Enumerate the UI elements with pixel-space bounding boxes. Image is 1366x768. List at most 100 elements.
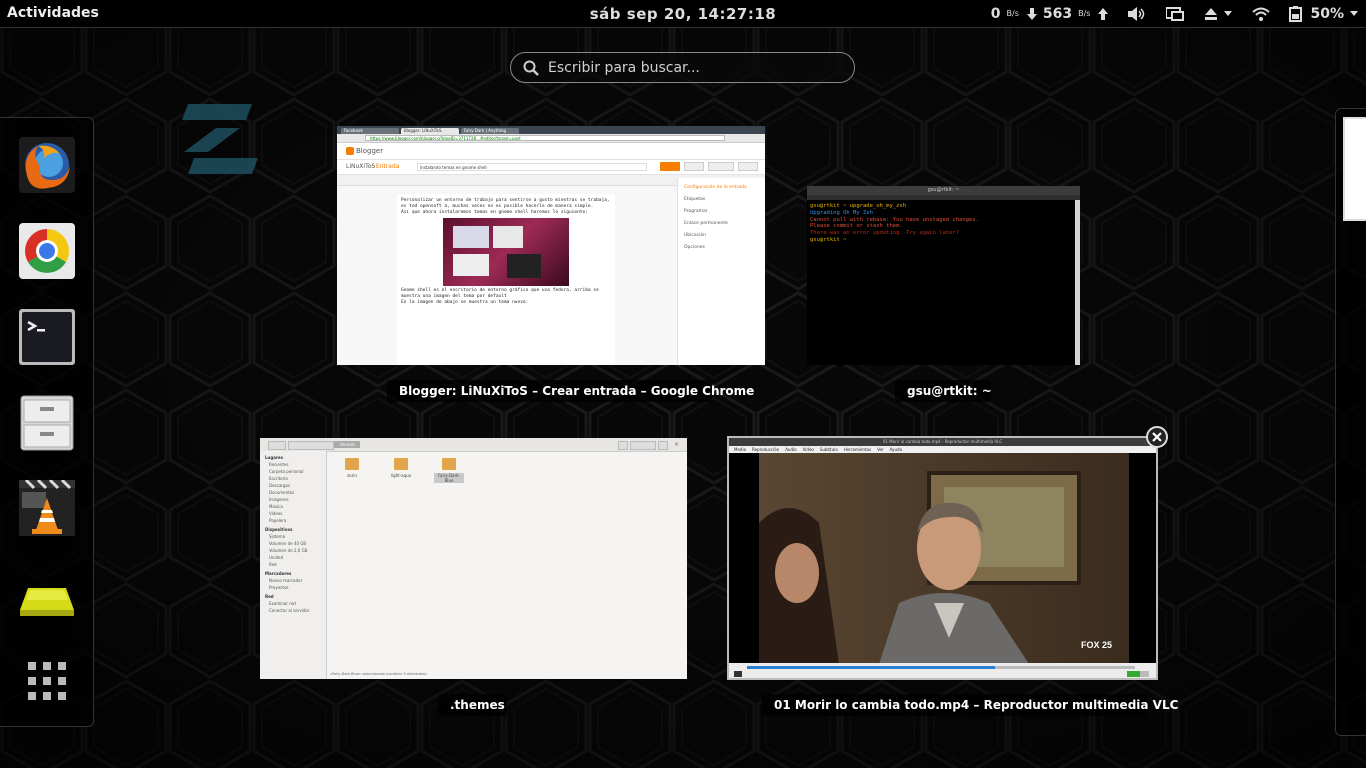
vlc-menu-item[interactable]: Ver <box>877 447 884 452</box>
sidebar-item[interactable]: Imágenes <box>269 497 326 502</box>
window-vlc[interactable]: 01 Morir lo cambia todo.mp4 - Reproducto… <box>727 436 1158 680</box>
vlc-menu-item[interactable]: Vídeo <box>803 447 814 452</box>
sidebar-item[interactable]: Volumen de 40 GB <box>269 541 326 546</box>
vlc-controls <box>729 663 1156 678</box>
browser-tabs: Facebook Blogger: LiNuXiToS Fairy Dark |… <box>337 126 765 134</box>
vlc-menu-item[interactable]: Audio <box>785 447 796 452</box>
sidebar-item[interactable]: Nuevo marcador <box>269 578 326 583</box>
sidebar-item[interactable]: Vídeos <box>269 511 326 516</box>
sidebar-item[interactable]: Recientes <box>269 462 326 467</box>
window-files[interactable]: .themes × Lugares Recientes Carpeta person… <box>260 438 687 679</box>
blog-name: LiNuXiToS <box>346 163 376 170</box>
terminal-line: gsu@rtkit ~ upgrade_oh_my_zsh <box>810 203 907 209</box>
post-setting-item[interactable]: Enlace permanente <box>684 221 760 226</box>
play-pause-button[interactable] <box>734 671 742 677</box>
terminal-title: gsu@rtkit: ~ <box>807 186 1080 195</box>
sidebar-item[interactable]: Conectar al servidor <box>269 608 326 613</box>
volume-icon[interactable] <box>1128 6 1146 21</box>
search-icon[interactable] <box>618 441 628 450</box>
sidebar-item[interactable]: Papelera <box>269 518 326 523</box>
dash-item-drive[interactable] <box>18 566 76 624</box>
post-title-field[interactable]: Instalando temas en gnome shell <box>417 163 647 171</box>
battery-percent: 50% <box>1310 5 1344 22</box>
window-caption-vlc: 01 Morir lo cambia todo.mp4 – Reproducto… <box>762 694 1178 716</box>
files-statusbar: «Fairy-Dark-Blue» seleccionado (contiene… <box>330 672 427 676</box>
terminal-line: Cannot pull with rebase: You have unstag… <box>810 216 979 223</box>
terminal-scrollbar[interactable] <box>1075 200 1080 365</box>
sidebar-item[interactable]: Proyectos <box>269 585 326 590</box>
vlc-menu-item[interactable]: Herramientas <box>844 447 871 452</box>
terminal-icon <box>19 309 75 365</box>
close-icon[interactable]: × <box>674 441 679 448</box>
wifi-icon[interactable] <box>1252 7 1271 21</box>
vlc-menu-item[interactable]: Subtítulo <box>820 447 838 452</box>
firefox-icon <box>19 137 75 193</box>
close-window-button[interactable] <box>1146 426 1168 448</box>
terminal-output[interactable]: gsu@rtkit ~ upgrade_oh_my_zsh Upgrading O… <box>807 200 1080 247</box>
close-icon <box>1152 432 1162 442</box>
save-button[interactable] <box>684 162 704 171</box>
window-chrome[interactable]: Facebook Blogger: LiNuXiToS Fairy Dark |… <box>337 126 765 365</box>
activities-button[interactable]: Actividades <box>7 5 99 21</box>
folder-label: light-aqua <box>390 473 412 478</box>
path-bar[interactable] <box>288 441 334 450</box>
sidebar-item[interactable]: Volumen de 2,0 GB <box>269 548 326 553</box>
volume-slider[interactable] <box>1127 671 1149 677</box>
preview-button[interactable] <box>708 162 734 171</box>
seek-bar[interactable] <box>747 666 1135 669</box>
view-toggle-button[interactable] <box>630 441 656 450</box>
video-frame[interactable]: FOX 25 <box>729 453 1156 664</box>
search-input[interactable]: Escribir para buscar... <box>510 52 855 83</box>
sidebar-item[interactable]: Examinar red <box>269 601 326 606</box>
sidebar-item[interactable]: Red <box>269 562 326 567</box>
sidebar-item[interactable]: Unidad <box>269 555 326 560</box>
vlc-menu-item[interactable]: Ayuda <box>890 447 902 452</box>
sidebar-item[interactable]: Sistema <box>269 534 326 539</box>
chevron-down-icon[interactable] <box>1350 10 1358 17</box>
sidebar-item[interactable]: Música <box>269 504 326 509</box>
dash-item-terminal[interactable] <box>18 308 76 366</box>
folder-label: zorin <box>347 473 357 478</box>
sidebar-item[interactable]: Documentos <box>269 490 326 495</box>
post-setting-item[interactable]: Programar <box>684 209 760 214</box>
post-setting-item[interactable]: Opciones <box>684 245 760 250</box>
blogger-header: Blogger <box>337 143 765 160</box>
browser-toolbar: https://www.blogger.com/blogger.g?blogID… <box>337 134 765 143</box>
eject-icon[interactable] <box>1204 7 1218 21</box>
sidebar-heading: Red <box>265 594 274 599</box>
sidebar-item[interactable]: Descargas <box>269 483 326 488</box>
publish-button[interactable] <box>660 162 680 171</box>
vlc-menu-item[interactable]: Reproducción <box>752 447 779 452</box>
chevron-down-icon[interactable] <box>1224 10 1233 17</box>
dash-item-firefox[interactable] <box>18 136 76 194</box>
back-button[interactable] <box>268 441 286 450</box>
path-button-current[interactable]: .themes <box>334 441 360 448</box>
terminal-line: Upgrading Oh My Zsh <box>810 209 873 216</box>
vlc-title: 01 Morir lo cambia todo.mp4 - Reproducto… <box>729 438 1156 446</box>
dash-item-chrome[interactable] <box>18 222 76 280</box>
show-applications-button[interactable] <box>18 652 76 710</box>
battery-icon[interactable] <box>1288 5 1304 22</box>
workspace-thumbnail[interactable] <box>1343 117 1366 221</box>
vlc-menu-item[interactable]: Medio <box>734 447 746 452</box>
close-post-button[interactable] <box>738 162 758 171</box>
address-bar[interactable]: https://www.blogger.com/blogger.g?blogID… <box>365 135 725 141</box>
display-icon[interactable] <box>1166 6 1185 21</box>
files-sidebar: Lugares Recientes Carpeta personal Escritor… <box>260 451 327 679</box>
sidebar-item[interactable]: Escritorio <box>269 476 326 481</box>
sidebar-item[interactable]: Carpeta personal <box>269 469 326 474</box>
post-editor[interactable]: Personalizar un entorno de trabajo para … <box>397 194 615 365</box>
dash-item-vlc[interactable] <box>18 478 76 538</box>
window-terminal[interactable]: gsu@rtkit: ~ gsu@rtkit ~ upgrade_oh_my_z… <box>807 186 1080 365</box>
system-tray: 0 B/s 563 B/s 50% <box>991 3 1358 24</box>
folder-icon <box>394 458 408 470</box>
top-panel: Actividades sáb sep 20, 14:27:18 0 B/s 56… <box>0 0 1366 27</box>
sidebar-heading: Dispositivos <box>265 527 293 532</box>
vlc-icon <box>19 478 75 536</box>
post-setting-item[interactable]: Ubicación <box>684 233 760 238</box>
post-setting-item[interactable]: Etiquetas <box>684 197 760 202</box>
clock[interactable]: sáb sep 20, 14:27:18 <box>590 5 776 23</box>
gear-icon[interactable] <box>658 441 668 450</box>
dash-item-files[interactable] <box>18 394 76 452</box>
window-caption-terminal: gsu@rtkit: ~ <box>895 380 992 402</box>
